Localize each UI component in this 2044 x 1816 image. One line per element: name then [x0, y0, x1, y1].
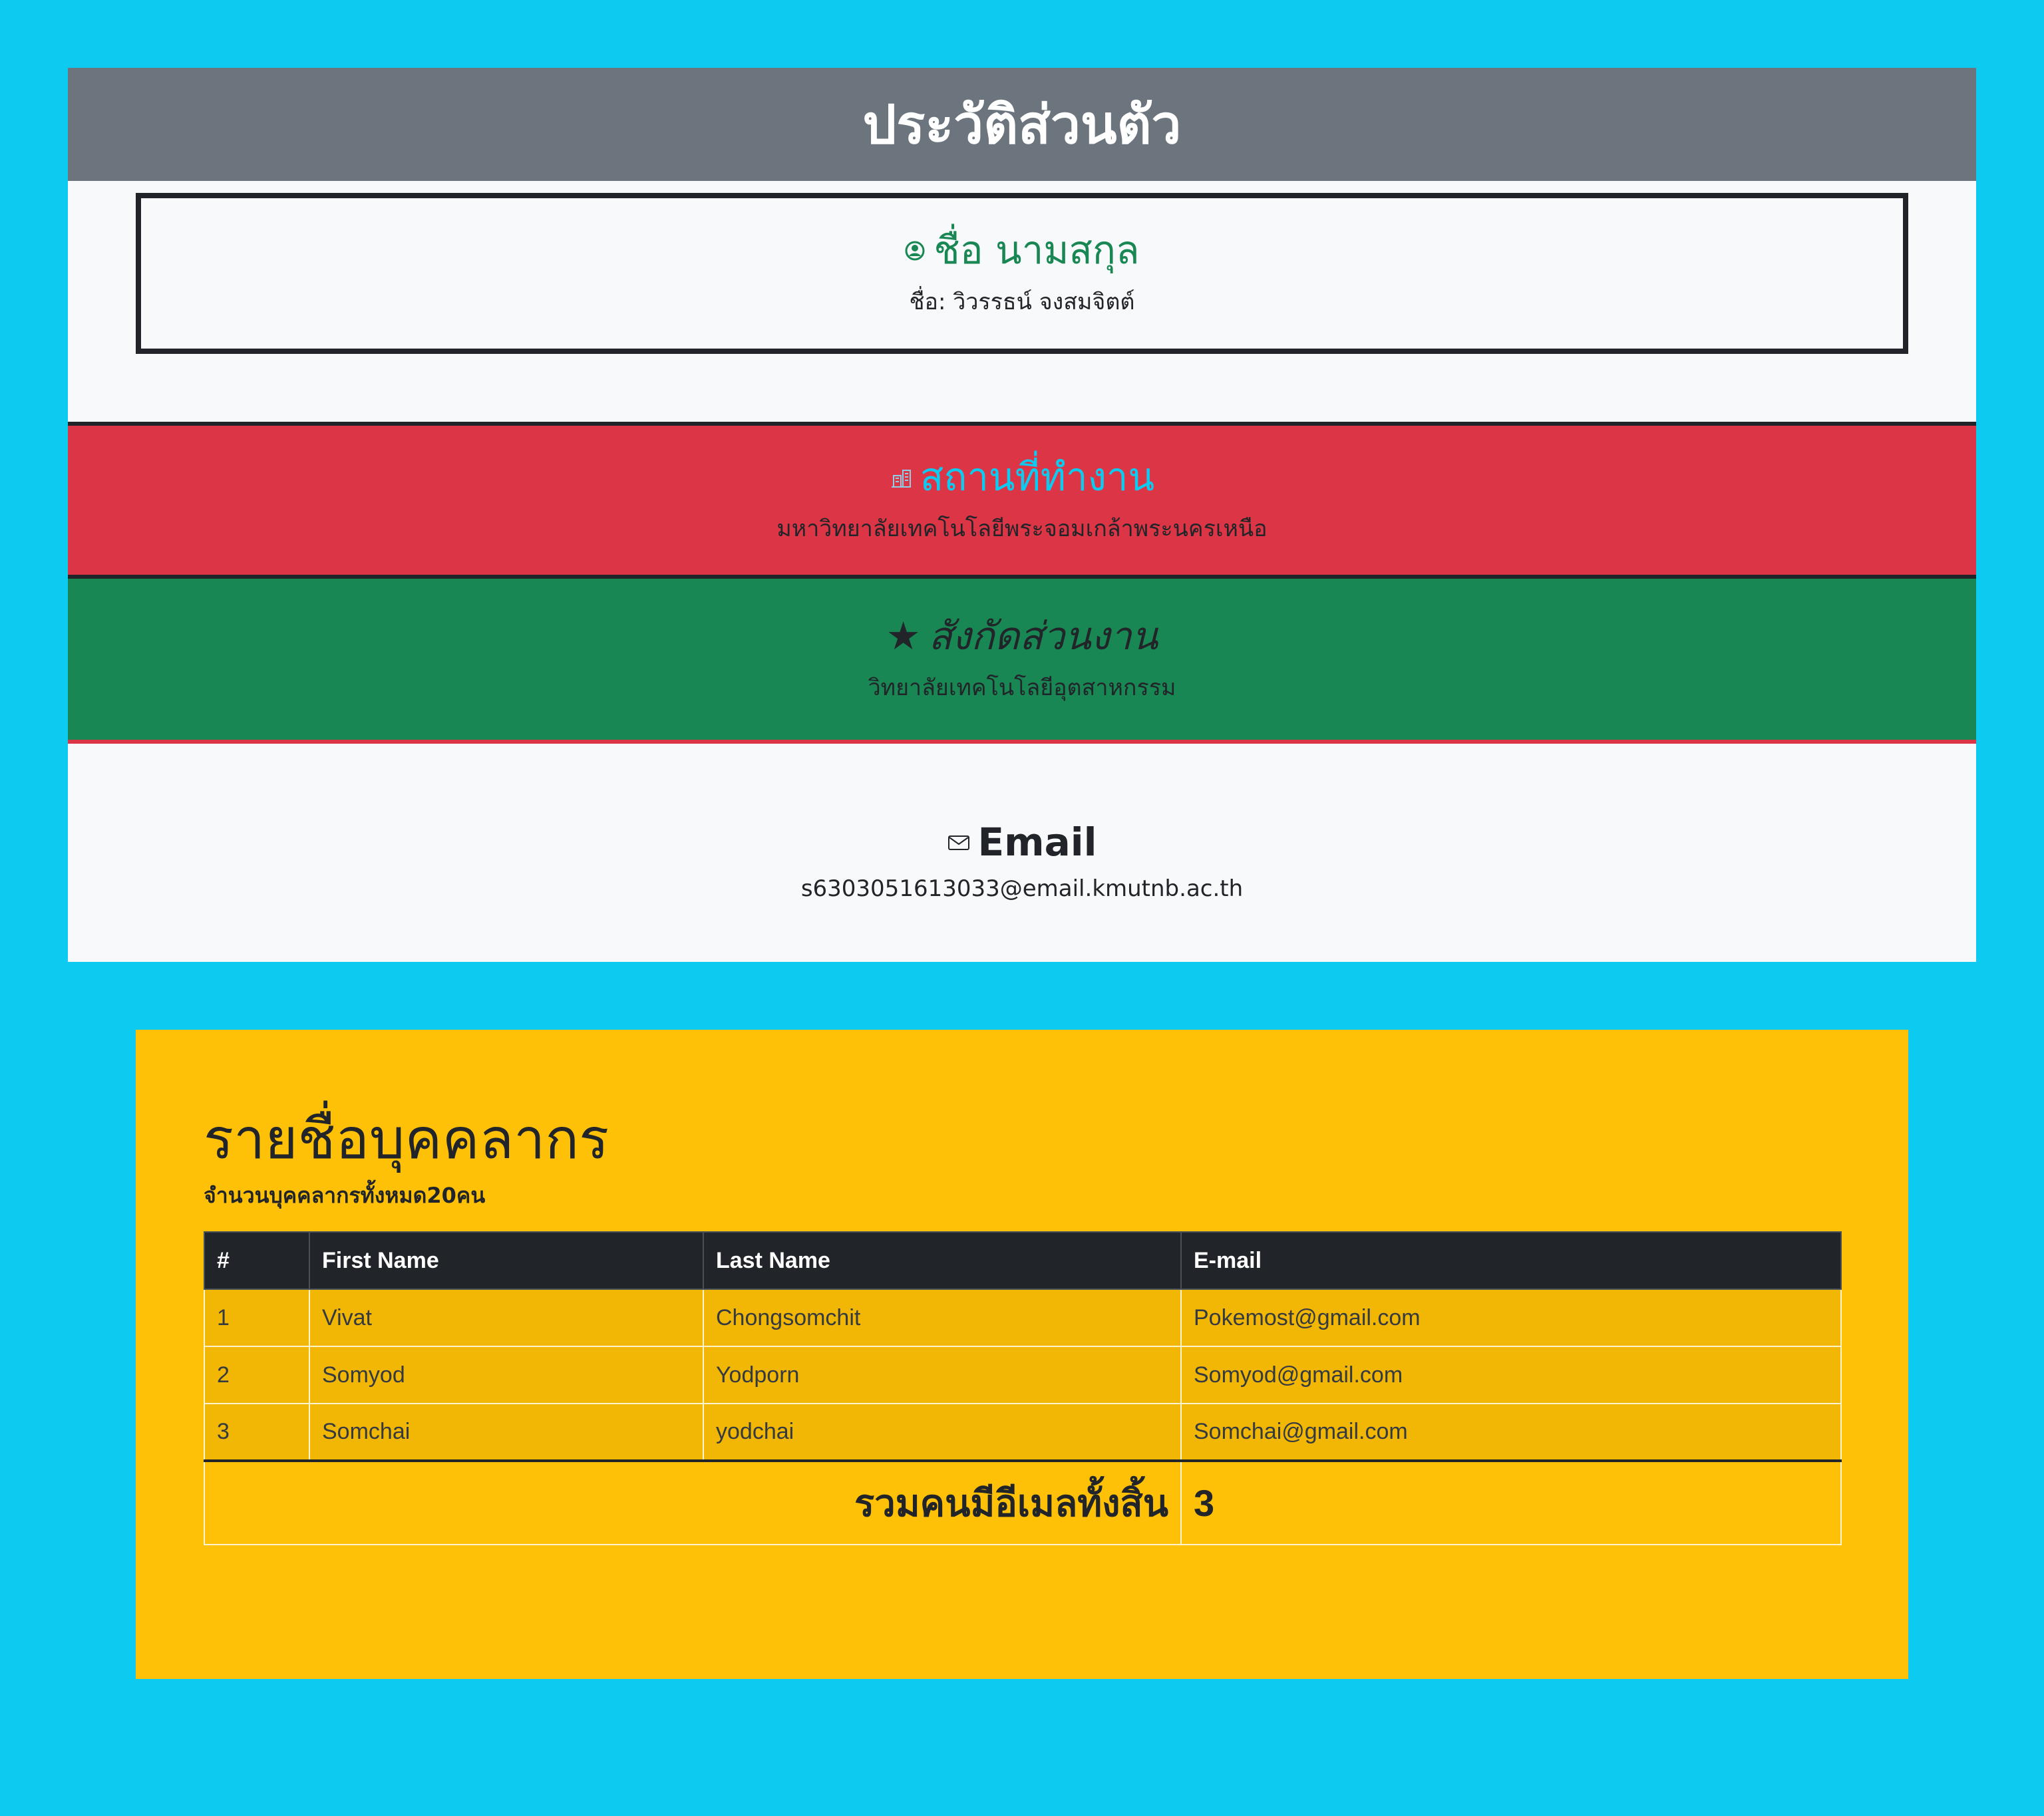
staff-count: จำนวนบุคคลากรทั้งหมด20คน [204, 1183, 486, 1209]
table-row: 2 Somyod Yodporn Somyod@gmail.com [204, 1346, 1842, 1405]
name-value: ชื่อ: วิวรรธน์ จงสมจิตต์ [909, 288, 1135, 315]
column-header-email: E-mail [1180, 1231, 1842, 1290]
staff-panel: รายชื่อบุคคลากร จำนวนบุคคลากรทั้งหมด20คน… [136, 1030, 1908, 1679]
department-heading: ★ สังกัดส่วนงาน [886, 613, 1158, 660]
department-value: วิทยาลัยเทคโนโลยีอุตสาหกรรม [868, 674, 1176, 701]
column-header-number: # [204, 1231, 310, 1290]
first-name-cell: Somyod [309, 1346, 704, 1405]
table-row: 3 Somchai yodchai Somchai@gmail.com [204, 1403, 1842, 1462]
column-header-last-name: Last Name [703, 1231, 1182, 1290]
email-section: Email s6303051613033@email.kmutnb.ac.th [68, 744, 1976, 962]
table-row: 1 Vivat Chongsomchit Pokemost@gmail.com [204, 1288, 1842, 1348]
row-number: 1 [204, 1288, 310, 1348]
star-icon: ★ [886, 613, 921, 659]
email-cell: Pokemost@gmail.com [1180, 1288, 1842, 1348]
email-cell: Somyod@gmail.com [1180, 1346, 1842, 1405]
staff-table: # First Name Last Name E-mail 1 Vivat Ch… [204, 1231, 1842, 1546]
profile-header: ประวัติส่วนตัว [68, 68, 1976, 181]
department-section: ★ สังกัดส่วนงาน วิทยาลัยเทคโนโลยีอุตสาหก… [68, 579, 1976, 744]
profile-card: ประวัติส่วนตัว ชื่อ นามสกุล ชื่อ: วิวรรธ… [68, 68, 1976, 962]
building-icon [890, 466, 912, 489]
row-number: 2 [204, 1346, 310, 1405]
name-section-heading: ชื่อ นามสกุล [904, 227, 1140, 274]
column-header-first-name: First Name [309, 1231, 704, 1290]
email-value[interactable]: s6303051613033@email.kmutnb.ac.th [801, 875, 1243, 902]
table-header-row: # First Name Last Name E-mail [204, 1231, 1842, 1290]
name-section-title: ชื่อ นามสกุล [934, 227, 1140, 273]
first-name-cell: Vivat [309, 1288, 704, 1348]
total-row: รวมคนมีอีเมลทั้งสิ้น 3 [204, 1460, 1842, 1546]
person-circle-icon [904, 240, 926, 261]
row-number: 3 [204, 1403, 310, 1462]
last-name-cell: Chongsomchit [703, 1288, 1182, 1348]
workplace-title: สถานที่ทำงาน [920, 454, 1155, 500]
total-value: 3 [1180, 1460, 1842, 1546]
last-name-cell: yodchai [703, 1403, 1182, 1462]
envelope-icon [947, 834, 970, 851]
workplace-section: สถานที่ทำงาน มหาวิทยาลัยเทคโนโลยีพระจอมเ… [68, 422, 1976, 579]
department-title: สังกัดส่วนงาน [928, 613, 1158, 659]
email-heading: Email [947, 820, 1097, 866]
last-name-cell: Yodporn [703, 1346, 1182, 1405]
workplace-value: มหาวิทยาลัยเทคโนโลยีพระจอมเกล้าพระนครเหน… [776, 515, 1268, 542]
email-cell: Somchai@gmail.com [1180, 1403, 1842, 1462]
workplace-heading: สถานที่ทำงาน [890, 454, 1154, 501]
email-title: Email [977, 820, 1097, 865]
staff-title: รายชื่อบุคคลากร [204, 1106, 609, 1171]
total-label: รวมคนมีอีเมลทั้งสิ้น [204, 1460, 1182, 1546]
name-section: ชื่อ นามสกุล ชื่อ: วิวรรธน์ จงสมจิตต์ [136, 193, 1908, 354]
first-name-cell: Somchai [309, 1403, 704, 1462]
profile-title: ประวัติส่วนตัว [862, 93, 1182, 156]
